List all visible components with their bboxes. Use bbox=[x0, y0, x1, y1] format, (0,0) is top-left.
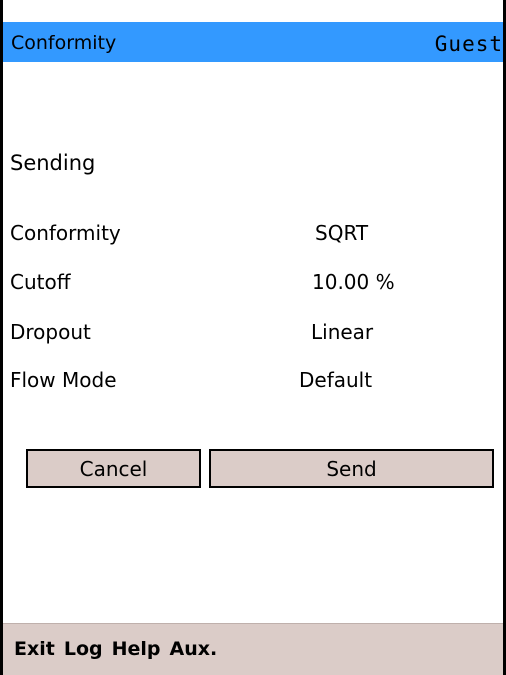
setting-label-flow-mode: Flow Mode bbox=[10, 368, 117, 392]
setting-value-dropout: Linear bbox=[311, 320, 374, 344]
menu-aux[interactable]: Aux. bbox=[170, 638, 218, 660]
cancel-button[interactable]: Cancel bbox=[26, 449, 201, 488]
setting-label-conformity: Conformity bbox=[10, 221, 121, 245]
user-label: Guest bbox=[434, 32, 503, 56]
status-text: Sending bbox=[10, 151, 96, 175]
menu-exit[interactable]: Exit bbox=[14, 638, 55, 660]
screen-title: Conformity bbox=[11, 32, 117, 54]
soft-key-menu: Exit Log Help Aux. bbox=[14, 638, 217, 660]
title-bar: Conformity Guest bbox=[3, 22, 503, 62]
menu-help[interactable]: Help bbox=[112, 638, 161, 660]
setting-label-cutoff: Cutoff bbox=[10, 270, 71, 294]
setting-value-conformity: SQRT bbox=[315, 221, 369, 245]
setting-value-cutoff: 10.00 % bbox=[312, 270, 395, 294]
setting-value-flow-mode: Default bbox=[299, 368, 373, 392]
menu-log[interactable]: Log bbox=[64, 638, 103, 660]
setting-label-dropout: Dropout bbox=[10, 320, 91, 344]
send-button[interactable]: Send bbox=[209, 449, 494, 488]
footer-menu-bar: Exit Log Help Aux. bbox=[3, 623, 503, 675]
